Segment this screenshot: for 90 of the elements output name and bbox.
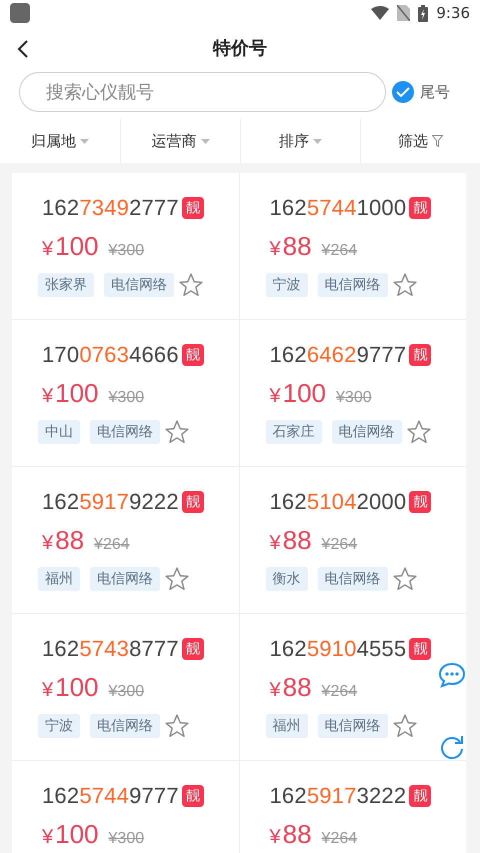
premium-badge: 靓 [182,344,204,366]
favorite-star-icon[interactable] [392,566,418,592]
status-time: 9:36 [436,4,470,22]
number-card[interactable]: 16251042000 靓 ¥88 ¥264 衡水 电信网络 [240,467,466,613]
number-tag: 电信网络 [318,273,388,297]
phone-number: 16264629777 [270,342,406,368]
favorite-star-icon[interactable] [406,419,432,445]
dropdown-caret-icon [313,138,322,144]
number-card[interactable]: 16259104555 靓 ¥88 ¥264 福州 电信网络 [240,614,466,760]
wifi-icon [371,6,390,20]
number-tag: 宁波 [266,273,308,297]
number-tag: 电信网络 [318,567,388,591]
app-icon [10,3,30,23]
number-tag: 中山 [38,420,80,444]
premium-badge: 靓 [409,197,432,219]
number-tag: 张家界 [38,273,94,297]
checkmark-icon [396,87,410,97]
favorite-star-icon[interactable] [164,713,190,739]
original-price: ¥300 [108,242,144,260]
number-tag: 福州 [266,714,308,738]
original-price: ¥300 [108,830,144,848]
phone-number: 16259173222 [270,783,406,809]
filter-icon [432,135,443,147]
premium-badge: 靓 [409,638,432,660]
phone-number: 17007634666 [42,342,179,368]
original-price: ¥300 [336,389,372,407]
number-tag: 电信网络 [90,567,160,591]
number-tag: 宁波 [38,714,80,738]
no-sim-icon [397,5,410,21]
number-tag: 电信网络 [90,420,160,444]
price: ¥88 [270,231,312,262]
phone-number: 16259179222 [42,489,179,515]
number-tag: 衡水 [266,567,308,591]
phone-number: 16257441000 [270,195,406,221]
price: ¥100 [42,672,99,703]
refresh-icon[interactable] [438,733,466,761]
tail-number-label: 尾号 [420,82,450,102]
number-card[interactable]: 16257449777 靓 ¥100 ¥300 [12,761,238,853]
price: ¥100 [42,819,99,850]
battery-icon [418,4,428,22]
favorite-star-icon[interactable] [392,713,418,739]
premium-badge: 靓 [182,197,204,219]
search-field[interactable]: 搜索心仪靓号 [19,72,386,112]
number-tag: 福州 [38,567,80,591]
number-tag: 电信网络 [90,714,160,738]
dropdown-caret-icon [80,138,89,144]
price: ¥88 [42,525,84,556]
tail-number-checkbox[interactable] [392,81,414,103]
premium-badge: 靓 [409,344,432,366]
number-card[interactable]: 17007634666 靓 ¥100 ¥300 中山 电信网络 [12,320,238,466]
original-price: ¥264 [322,536,358,554]
premium-badge: 靓 [182,491,204,513]
favorite-star-icon[interactable] [164,419,190,445]
favorite-star-icon[interactable] [392,272,418,298]
phone-number: 16273492777 [42,195,179,221]
original-price: ¥300 [108,683,144,701]
original-price: ¥300 [108,389,144,407]
price: ¥100 [42,231,99,262]
price: ¥88 [270,819,312,850]
premium-badge: 靓 [409,785,432,807]
original-price: ¥264 [322,830,358,848]
number-card[interactable]: 16264629777 靓 ¥100 ¥300 石家庄 电信网络 [240,320,466,466]
premium-badge: 靓 [182,785,204,807]
price: ¥88 [270,672,312,703]
number-tag: 电信网络 [104,273,174,297]
chat-bubble-icon[interactable] [438,661,466,689]
phone-number: 16257449777 [42,783,179,809]
price: ¥100 [270,378,326,409]
phone-number: 16251042000 [270,489,406,515]
original-price: ¥264 [94,536,130,554]
price: ¥88 [270,525,312,556]
number-tag: 石家庄 [266,420,322,444]
premium-badge: 靓 [409,491,432,513]
number-card[interactable]: 16257438777 靓 ¥100 ¥300 宁波 电信网络 [12,614,238,760]
number-card[interactable]: 16273492777 靓 ¥100 ¥300 张家界 电信网络 [12,173,238,319]
favorite-star-icon[interactable] [164,566,190,592]
phone-number: 16259104555 [270,636,406,662]
original-price: ¥264 [322,683,358,701]
phone-number: 16257438777 [42,636,179,662]
premium-badge: 靓 [182,638,204,660]
dropdown-caret-icon [200,138,210,144]
number-tag: 电信网络 [332,420,402,444]
original-price: ¥264 [322,242,358,260]
number-card[interactable]: 16259179222 靓 ¥88 ¥264 福州 电信网络 [12,467,238,613]
page-title: 特价号 [213,37,267,60]
number-card[interactable]: 16257441000 靓 ¥88 ¥264 宁波 电信网络 [240,173,466,319]
price: ¥100 [42,378,99,409]
number-tag: 电信网络 [318,714,388,738]
number-card[interactable]: 16259173222 靓 ¥88 ¥264 [240,761,466,853]
favorite-star-icon[interactable] [178,272,204,298]
